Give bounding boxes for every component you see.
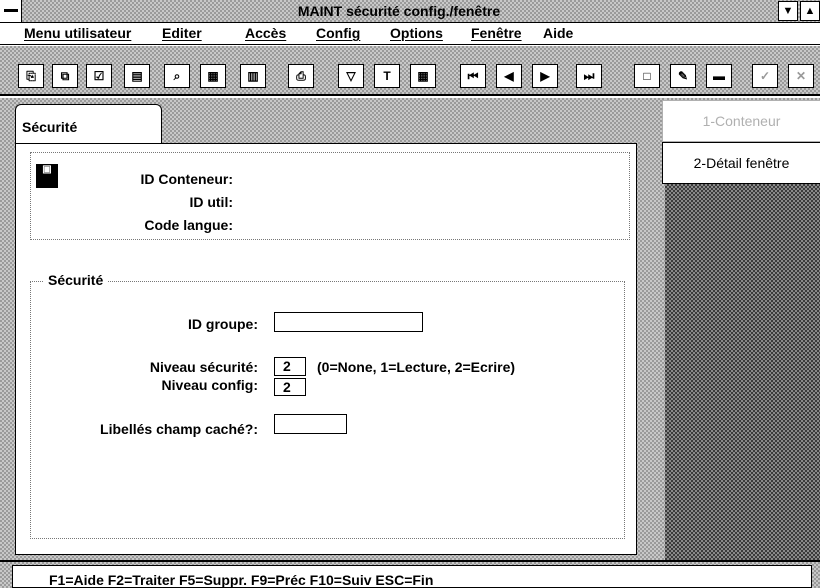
copy-button[interactable]: ⎘ (18, 64, 44, 88)
user-id-label-wrap: ID util: (60, 194, 233, 214)
last-icon: ⏭ (583, 69, 595, 83)
zoom-button[interactable]: ⌕ (164, 64, 190, 88)
delete-icon: ▬ (713, 69, 725, 83)
menu-access[interactable]: Accès (245, 25, 286, 41)
hidden-labels-field[interactable] (274, 414, 347, 434)
security-level-field[interactable]: 2 (274, 357, 306, 376)
cancel-icon: ✕ (795, 69, 807, 83)
print-icon: ⎙ (296, 69, 306, 83)
delete-button[interactable]: ▬ (706, 64, 732, 88)
document-button[interactable]: ▤ (124, 64, 150, 88)
container-icon: ▣ (36, 164, 58, 188)
building-button[interactable]: ▦ (410, 64, 436, 88)
menu-user[interactable]: Menu utilisateur (24, 25, 131, 41)
function-keys-hint: F1=Aide F2=Traiter F5=Suppr. F9=Préc F10… (12, 565, 812, 588)
container-glyph: ▣ (42, 164, 52, 175)
maximize-icon: ▲ (804, 5, 816, 17)
checklist-icon: ☑ (93, 69, 105, 83)
paste-button[interactable]: ⧉ (52, 64, 78, 88)
tab-security[interactable]: Sécurité (15, 104, 162, 144)
window-title: MAINT sécurité config./fenêtre (297, 3, 501, 19)
container-id-label-wrap: ID Conteneur: (60, 171, 233, 191)
table-icon: ▥ (247, 69, 259, 83)
language-code-label: Code langue: (144, 217, 233, 233)
grid-button[interactable]: ▦ (200, 64, 226, 88)
print-button[interactable]: ⎙ (288, 64, 314, 88)
language-code-label-wrap: Code langue: (60, 217, 233, 237)
tab-container[interactable]: 1-Conteneur (662, 100, 820, 142)
security-level-hint: (0=None, 1=Lecture, 2=Ecrire) (317, 359, 516, 375)
user-id-label: ID util: (189, 194, 233, 210)
confirm-button[interactable]: ✓ (752, 64, 778, 88)
new-icon: □ (643, 69, 651, 83)
group-id-field[interactable] (274, 312, 423, 332)
first-record-button[interactable]: ⏮ (460, 64, 486, 88)
security-level-label: Niveau sécurité: (149, 359, 258, 375)
toolbar: ⎘ ⧉ ☑ ▤ ⌕ ▦ ▥ ⎙ ▽ T ▦ ⏮ ◀ ▶ ⏭ □ ✎ ▬ ✓ ✕ (0, 46, 820, 96)
edit-button[interactable]: ✎ (670, 64, 696, 88)
previous-record-button[interactable]: ◀ (496, 64, 522, 88)
menu-bar: Menu utilisateur Editer Accès Config Opt… (0, 23, 820, 45)
zoom-icon: ⌕ (173, 69, 181, 83)
dash-icon (4, 9, 18, 12)
side-panel-background (665, 184, 820, 560)
last-record-button[interactable]: ⏭ (576, 64, 602, 88)
minimize-button[interactable]: ▼ (778, 1, 798, 21)
menu-options[interactable]: Options (390, 25, 443, 41)
filter-icon: ▽ (346, 69, 356, 83)
filter-button[interactable]: ▽ (338, 64, 364, 88)
cancel-button[interactable]: ✕ (788, 64, 814, 88)
grid-icon: ▦ (207, 69, 219, 83)
menu-window[interactable]: Fenêtre (471, 25, 522, 41)
paste-icon: ⧉ (60, 69, 70, 83)
maximize-button[interactable]: ▲ (800, 1, 820, 21)
building-icon: ▦ (417, 69, 429, 83)
menu-edit[interactable]: Editer (162, 25, 202, 41)
tab-window-detail[interactable]: 2-Détail fenêtre (662, 142, 820, 184)
menu-config[interactable]: Config (316, 25, 360, 41)
first-icon: ⏮ (467, 69, 479, 83)
group-id-label: ID groupe: (188, 316, 258, 332)
edit-icon: ✎ (677, 69, 689, 83)
minimize-icon: ▼ (782, 5, 794, 17)
system-menu-button[interactable] (0, 0, 22, 22)
title-bar: MAINT sécurité config./fenêtre ▼ ▲ (0, 0, 820, 23)
table-button[interactable]: ▥ (240, 64, 266, 88)
next-record-button[interactable]: ▶ (532, 64, 558, 88)
text-button[interactable]: T (374, 64, 400, 88)
container-id-label: ID Conteneur: (140, 171, 233, 187)
copy-icon: ⎘ (26, 69, 36, 83)
config-level-label: Niveau config: (161, 377, 258, 393)
section-title: Sécurité (44, 272, 108, 288)
text-icon: T (383, 69, 391, 83)
check-icon: ✓ (759, 69, 771, 83)
prev-icon: ◀ (504, 69, 514, 83)
checklist-button[interactable]: ☑ (86, 64, 112, 88)
next-icon: ▶ (540, 69, 550, 83)
menu-help[interactable]: Aide (543, 25, 573, 41)
new-button[interactable]: □ (634, 64, 660, 88)
config-level-field[interactable]: 2 (274, 378, 306, 396)
document-icon: ▤ (131, 69, 143, 83)
hidden-labels-label: Libellés champ caché?: (100, 421, 258, 437)
